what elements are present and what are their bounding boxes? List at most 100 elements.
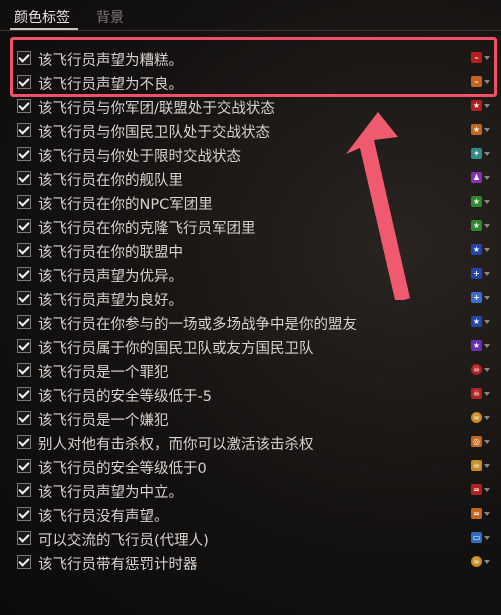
highlight-box: [10, 37, 497, 97]
chat-icon[interactable]: ▭: [471, 532, 482, 543]
tab-bar: 颜色标签 背景: [0, 0, 501, 31]
chevron-down-icon[interactable]: [484, 272, 490, 276]
item-label: 别人对他有击杀权，而你可以激活该击杀权: [38, 437, 314, 453]
item-label: 该飞行员是一个嫌犯: [38, 413, 169, 429]
item-label: 可以交流的飞行员(代理人): [38, 533, 209, 549]
person-icon[interactable]: ♟: [471, 172, 482, 183]
list-item: 该飞行员声望为中立。 =: [0, 479, 501, 503]
item-checkbox[interactable]: [17, 387, 31, 401]
item-label: 该飞行员与你军团/联盟处于交战状态: [38, 101, 275, 117]
list-item: 该飞行员与你国民卫队处于交战状态 ★: [0, 119, 501, 143]
item-checkbox[interactable]: [17, 483, 31, 497]
list-item: 别人对他有击杀权，而你可以激活该击杀权 ◎: [0, 431, 501, 455]
item-checkbox[interactable]: [17, 411, 31, 425]
list-item: 该飞行员属于你的国民卫队或友方国民卫队 ★: [0, 335, 501, 359]
item-label: 该飞行员在你的联盟中: [38, 245, 183, 261]
skull-icon[interactable]: ☠: [471, 556, 482, 567]
item-checkbox[interactable]: [17, 531, 31, 545]
chevron-down-icon[interactable]: [484, 176, 490, 180]
chevron-down-icon[interactable]: [484, 512, 490, 516]
chevron-down-icon[interactable]: [484, 464, 490, 468]
list-item: 该飞行员在你的NPC军团里 ★: [0, 191, 501, 215]
star-icon[interactable]: ★: [471, 316, 482, 327]
item-checkbox[interactable]: [17, 219, 31, 233]
item-checkbox[interactable]: [17, 171, 31, 185]
list-item: 该飞行员是一个罪犯 ☠: [0, 359, 501, 383]
item-checkbox[interactable]: [17, 99, 31, 113]
list-item: 可以交流的飞行员(代理人) ▭: [0, 527, 501, 551]
star-icon[interactable]: ★: [471, 100, 482, 111]
item-label: 该飞行员声望为优异。: [38, 269, 183, 285]
skull-icon[interactable]: ☠: [471, 460, 482, 471]
chevron-down-icon[interactable]: [484, 248, 490, 252]
list-item: 该飞行员在你参与的一场或多场战争中是你的盟友 ★: [0, 311, 501, 335]
chevron-down-icon[interactable]: [484, 560, 490, 564]
star-icon[interactable]: ★: [471, 244, 482, 255]
chevron-down-icon[interactable]: [484, 104, 490, 108]
item-label: 该飞行员的安全等级低于-5: [38, 389, 212, 405]
chevron-down-icon[interactable]: [484, 320, 490, 324]
item-label: 该飞行员与你处于限时交战状态: [38, 149, 241, 165]
tab-background[interactable]: 背景: [96, 7, 124, 27]
list-item: 该飞行员的安全等级低于-5 ☠: [0, 383, 501, 407]
active-tab-underline: [10, 28, 78, 30]
tab-color-tags[interactable]: 颜色标签: [14, 7, 70, 27]
crossed-swords-icon[interactable]: ✦: [471, 148, 482, 159]
star-icon[interactable]: ★: [471, 340, 482, 351]
item-label: 该飞行员与你国民卫队处于交战状态: [38, 125, 270, 141]
chevron-down-icon[interactable]: [484, 224, 490, 228]
item-label: 该飞行员在你的克隆飞行员军团里: [38, 221, 256, 237]
item-checkbox[interactable]: [17, 123, 31, 137]
chevron-down-icon[interactable]: [484, 440, 490, 444]
item-checkbox[interactable]: [17, 291, 31, 305]
chevron-down-icon[interactable]: [484, 536, 490, 540]
item-label: 该飞行员没有声望。: [38, 509, 169, 525]
chevron-down-icon[interactable]: [484, 416, 490, 420]
list-item: 该飞行员是一个嫌犯 ☠: [0, 407, 501, 431]
skull-icon[interactable]: ☠: [471, 388, 482, 399]
plus-icon[interactable]: +: [471, 292, 482, 303]
item-label: 该飞行员在你的舰队里: [38, 173, 183, 189]
chevron-down-icon[interactable]: [484, 296, 490, 300]
chevron-down-icon[interactable]: [484, 152, 490, 156]
chevron-down-icon[interactable]: [484, 392, 490, 396]
equals-icon[interactable]: =: [471, 484, 482, 495]
item-checkbox[interactable]: [17, 435, 31, 449]
item-checkbox[interactable]: [17, 147, 31, 161]
list-item: 该飞行员声望为良好。 +: [0, 287, 501, 311]
chevron-down-icon[interactable]: [484, 200, 490, 204]
target-icon[interactable]: ◎: [471, 436, 482, 447]
list-item: 该飞行员在你的联盟中 ★: [0, 239, 501, 263]
list-item: 该飞行员在你的舰队里 ♟: [0, 167, 501, 191]
equals-icon[interactable]: =: [471, 508, 482, 519]
item-checkbox[interactable]: [17, 555, 31, 569]
item-checkbox[interactable]: [17, 243, 31, 257]
item-label: 该飞行员在你的NPC军团里: [38, 197, 213, 213]
chevron-down-icon[interactable]: [484, 368, 490, 372]
star-icon[interactable]: ★: [471, 220, 482, 231]
list-item: 该飞行员带有惩罚计时器 ☠: [0, 551, 501, 575]
chevron-down-icon[interactable]: [484, 344, 490, 348]
item-label: 该飞行员是一个罪犯: [38, 365, 169, 381]
item-checkbox[interactable]: [17, 315, 31, 329]
item-label: 该飞行员带有惩罚计时器: [38, 557, 198, 573]
item-checkbox[interactable]: [17, 267, 31, 281]
item-checkbox[interactable]: [17, 507, 31, 521]
chevron-down-icon[interactable]: [484, 128, 490, 132]
color-tag-list: 该飞行员声望为糟糕。 – 该飞行员声望为不良。 – 该飞行员与你军团/联盟处于交战状态 ★…: [0, 47, 501, 575]
star-icon[interactable]: ★: [471, 196, 482, 207]
item-checkbox[interactable]: [17, 339, 31, 353]
list-item: 该飞行员的安全等级低于0 ☠: [0, 455, 501, 479]
item-checkbox[interactable]: [17, 459, 31, 473]
skull-icon[interactable]: ☠: [471, 364, 482, 375]
item-checkbox[interactable]: [17, 363, 31, 377]
list-item: 该飞行员在你的克隆飞行员军团里 ★: [0, 215, 501, 239]
list-item: 该飞行员没有声望。 =: [0, 503, 501, 527]
list-item: 该飞行员声望为优异。 +: [0, 263, 501, 287]
chevron-down-icon[interactable]: [484, 488, 490, 492]
star-icon[interactable]: ★: [471, 124, 482, 135]
plus-icon[interactable]: +: [471, 268, 482, 279]
item-checkbox[interactable]: [17, 195, 31, 209]
skull-icon[interactable]: ☠: [471, 412, 482, 423]
item-label: 该飞行员在你参与的一场或多场战争中是你的盟友: [38, 317, 357, 333]
